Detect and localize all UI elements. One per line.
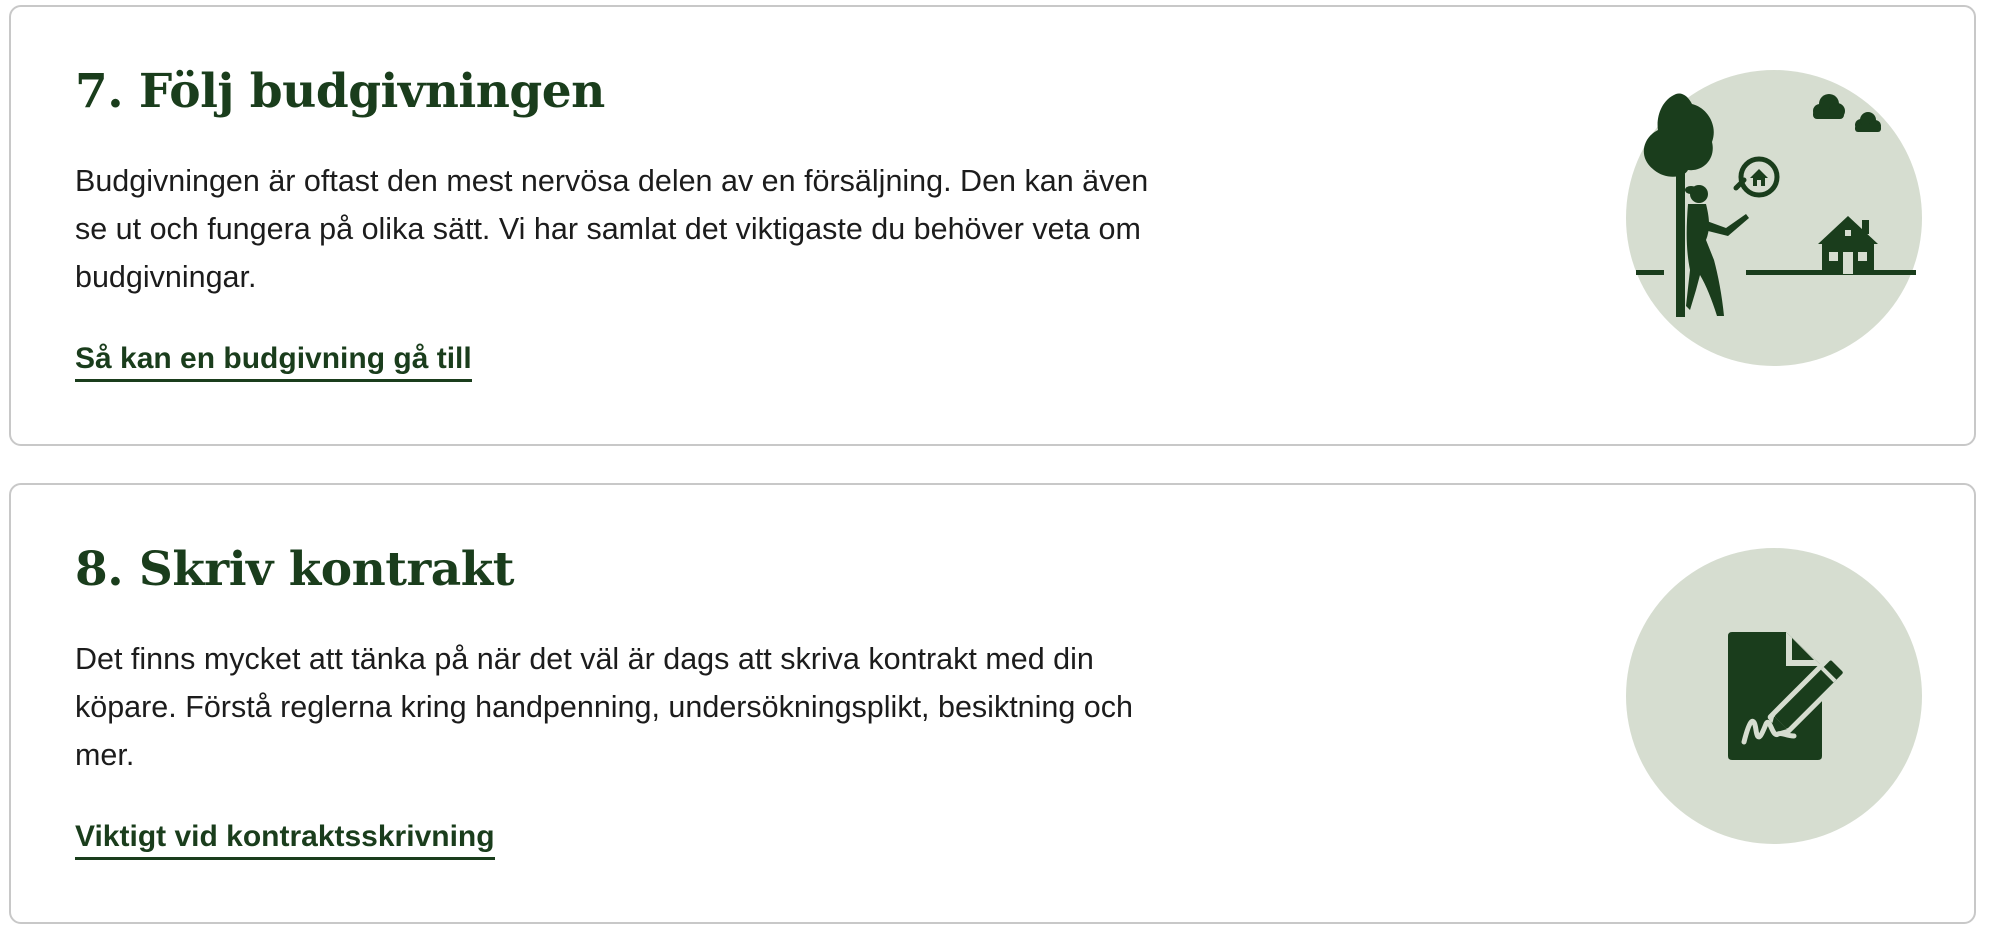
step-link-contract[interactable]: Viktigt vid kontraktsskrivning bbox=[75, 819, 495, 860]
step-description: Budgivningen är oftast den mest nervösa … bbox=[75, 164, 1149, 294]
signed-document-pen-icon bbox=[1626, 548, 1922, 844]
step-link-bidding[interactable]: Så kan en budgivning gå till bbox=[75, 341, 472, 382]
step-title: 8. Skriv kontrakt bbox=[75, 542, 515, 597]
person-by-tree-searching-house-icon bbox=[1626, 70, 1922, 366]
step-card-8: 8. Skriv kontrakt Det finns mycket att t… bbox=[9, 483, 1976, 924]
step-description: Det finns mycket att tänka på när det vä… bbox=[75, 642, 1133, 772]
step-card-7: 7. Följ budgivningen Budgivningen är oft… bbox=[9, 5, 1976, 446]
step-title: 7. Följ budgivningen bbox=[75, 64, 605, 119]
